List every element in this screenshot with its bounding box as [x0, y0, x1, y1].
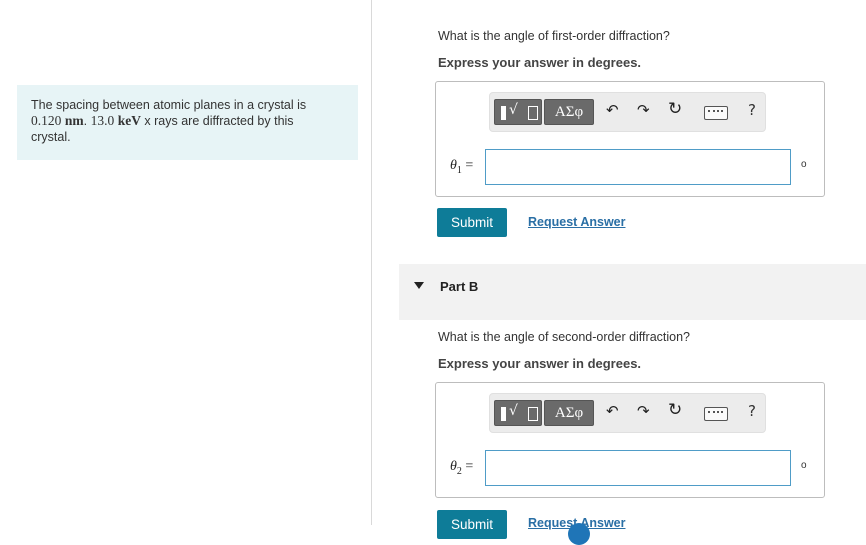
part-a-question: What is the angle of first-order diffrac… [438, 29, 670, 43]
reset-icon[interactable]: ↻ [668, 99, 682, 119]
theta-2-label: θ2 = [450, 459, 473, 477]
equals-sign: = [465, 158, 474, 173]
placeholder-box-icon [528, 407, 538, 421]
theta-subscript: 1 [456, 164, 462, 176]
collapse-triangle-icon[interactable] [414, 282, 424, 289]
part-b-answer-box: √ ΑΣφ ↶ ↷ ↻ ? θ2 = o [435, 382, 825, 498]
part-a-answer-box: √ ΑΣφ ↶ ↷ ↻ ? θ1 = o [435, 81, 825, 197]
keyboard-icon[interactable] [704, 106, 728, 120]
problem-text-2: x rays are diffracted by this [140, 114, 294, 128]
spacing-value: 0.120 [31, 113, 62, 128]
part-b-instruction: Express your answer in degrees. [438, 356, 642, 371]
problem-separator: . [83, 114, 91, 128]
spacing-unit: nm [64, 113, 84, 128]
problem-statement: The spacing between atomic planes in a c… [17, 85, 358, 160]
placeholder-box-icon [528, 106, 538, 120]
theta-symbol: θ [450, 459, 457, 474]
equals-sign: = [465, 459, 474, 474]
math-toolbar: √ ΑΣφ ↶ ↷ ↻ ? [489, 393, 766, 433]
greek-symbols-button[interactable]: ΑΣφ [544, 99, 594, 125]
degree-unit: o [801, 159, 807, 170]
undo-icon[interactable]: ↶ [606, 402, 619, 420]
keyboard-icon[interactable] [704, 407, 728, 421]
part-a-request-answer-link[interactable]: Request Answer [528, 215, 625, 229]
help-button[interactable]: ? [748, 101, 756, 119]
templates-button[interactable]: √ [494, 400, 542, 426]
pane-divider [371, 0, 372, 525]
theta-1-input[interactable] [485, 149, 791, 185]
undo-icon[interactable]: ↶ [606, 101, 619, 119]
radical-icon: √ [509, 102, 518, 118]
redo-icon[interactable]: ↷ [637, 402, 650, 420]
theta-2-input[interactable] [485, 450, 791, 486]
radical-icon: √ [509, 403, 518, 419]
greek-symbols-button[interactable]: ΑΣφ [544, 400, 594, 426]
part-a-submit-button[interactable]: Submit [437, 208, 507, 237]
templates-button[interactable]: √ [494, 99, 542, 125]
part-b-header[interactable]: Part B [399, 264, 866, 320]
help-button[interactable]: ? [748, 402, 756, 420]
theta-1-label: θ1 = [450, 158, 473, 176]
problem-text-1: The spacing between atomic planes in a c… [31, 98, 307, 112]
redo-icon[interactable]: ↷ [637, 101, 650, 119]
reset-icon[interactable]: ↻ [668, 400, 682, 420]
part-b-question: What is the angle of second-order diffra… [438, 330, 690, 344]
theta-subscript: 2 [456, 465, 462, 477]
part-b-title: Part B [440, 279, 479, 294]
degree-unit: o [801, 460, 807, 471]
energy-unit: keV [117, 113, 141, 128]
feedback-indicator [568, 523, 590, 545]
part-b-submit-button[interactable]: Submit [437, 510, 507, 539]
template-block-icon [501, 407, 506, 421]
problem-text-3: crystal. [31, 130, 71, 144]
template-block-icon [501, 106, 506, 120]
math-toolbar: √ ΑΣφ ↶ ↷ ↻ ? [489, 92, 766, 132]
part-a-instruction: Express your answer in degrees. [438, 55, 642, 70]
energy-value: 13.0 [90, 113, 115, 128]
problem-pane: The spacing between atomic planes in a c… [0, 0, 371, 531]
theta-symbol: θ [450, 158, 457, 173]
